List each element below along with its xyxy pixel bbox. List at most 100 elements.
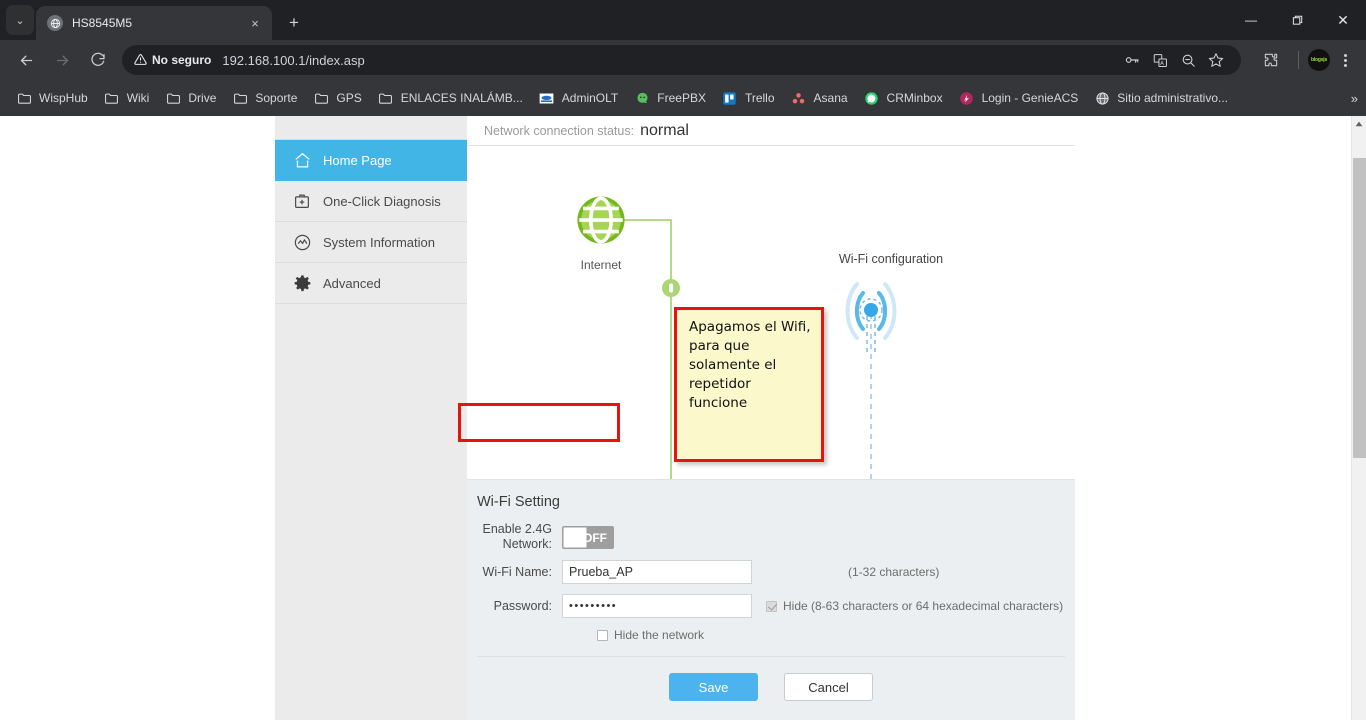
globe-icon xyxy=(567,191,635,249)
sidebar-item-advanced[interactable]: Advanced xyxy=(275,263,467,304)
bookmark-label: Sitio administrativo... xyxy=(1117,91,1228,105)
gear-icon xyxy=(287,274,317,293)
bookmark-drive[interactable]: Drive xyxy=(157,85,224,111)
bookmark-wisphub[interactable]: WispHub xyxy=(8,85,96,111)
wifi-setting-panel: Wi-Fi Setting Enable 2.4G Network: OFF W… xyxy=(467,479,1075,720)
sidebar-item-label: Home Page xyxy=(323,153,392,168)
bookmark-enlaces-inalambricos[interactable]: ENLACES INALÁMB... xyxy=(370,85,531,111)
wifi-password-row: Password: Hide (8-63 characters or 64 he… xyxy=(467,594,1075,618)
bookmark-label: GPS xyxy=(336,91,361,105)
bookmark-wiki[interactable]: Wiki xyxy=(96,85,158,111)
maximize-icon[interactable] xyxy=(1274,0,1320,40)
password-hide-checkbox[interactable] xyxy=(766,601,777,612)
annotation-note: Apagamos el Wifi, para que solamente el … xyxy=(674,307,824,462)
bookmarks-overflow-icon[interactable]: » xyxy=(1351,91,1356,106)
page-scrollbar[interactable] xyxy=(1351,116,1366,720)
bookmark-sitio-administrativo[interactable]: Sitio administrativo... xyxy=(1086,85,1236,111)
tab-title: HS8545M5 xyxy=(72,16,246,30)
toggle-state-label: OFF xyxy=(583,531,607,545)
kebab-menu-icon[interactable] xyxy=(1332,47,1358,73)
zoom-out-icon[interactable] xyxy=(1175,47,1201,73)
bookmark-freepbx[interactable]: FreePBX xyxy=(626,85,714,111)
password-hide-label: Hide (8-63 characters or 64 hexadecimal … xyxy=(783,599,1063,613)
scrollbar-thumb[interactable] xyxy=(1353,158,1366,458)
bookmark-crminbox[interactable]: CRMinbox xyxy=(856,85,951,111)
bookmark-adminolt[interactable]: AdminOLT xyxy=(531,85,626,111)
trello-icon xyxy=(722,90,738,106)
freepbx-icon xyxy=(634,90,650,106)
profile-avatar[interactable]: blogsjs xyxy=(1308,49,1330,71)
reload-icon[interactable] xyxy=(83,45,113,75)
extensions-puzzle-icon[interactable] xyxy=(1256,45,1286,75)
password-key-icon[interactable] xyxy=(1119,47,1145,73)
password-input[interactable] xyxy=(562,594,752,618)
close-icon[interactable]: × xyxy=(246,14,264,32)
toolbar-right: blogsjs xyxy=(1249,45,1358,75)
first-aid-kit-icon xyxy=(287,192,317,210)
address-bar[interactable]: No seguro 192.168.100.1/index.asp A xyxy=(122,45,1241,75)
folder-icon xyxy=(104,90,120,106)
globe-icon xyxy=(47,15,63,31)
sidebar-item-system-information[interactable]: System Information xyxy=(275,222,467,263)
save-button[interactable]: Save xyxy=(669,673,758,701)
wifi-setting-title: Wi-Fi Setting xyxy=(467,480,1075,510)
wifi-name-input[interactable] xyxy=(562,560,752,584)
window-controls: — ✕ xyxy=(1228,0,1366,40)
hide-network-row[interactable]: Hide the network xyxy=(467,628,1075,642)
bookmark-gps[interactable]: GPS xyxy=(305,85,369,111)
form-divider xyxy=(477,656,1065,657)
genieacs-icon xyxy=(959,90,975,106)
bookmark-label: Drive xyxy=(188,91,216,105)
bookmark-star-icon[interactable] xyxy=(1203,47,1229,73)
new-tab-button[interactable]: + xyxy=(280,9,308,37)
wifi-configuration-label: Wi-Fi configuration xyxy=(811,252,971,266)
scroll-up-arrow-icon[interactable] xyxy=(1352,116,1366,132)
hide-network-label: Hide the network xyxy=(614,628,704,642)
tab-search-chevron-icon[interactable]: ⌄ xyxy=(6,5,34,35)
folder-icon xyxy=(232,90,248,106)
url-text: 192.168.100.1/index.asp xyxy=(222,53,364,68)
bookmark-genieacs[interactable]: Login - GenieACS xyxy=(951,85,1087,111)
page-viewport: Home Page One-Click Diagnosis System Inf… xyxy=(0,116,1366,720)
tab-strip: ⌄ HS8545M5 × + — ✕ xyxy=(0,0,1366,40)
home-icon xyxy=(287,151,317,170)
bookmark-label: ENLACES INALÁMB... xyxy=(401,91,523,105)
svg-text:A: A xyxy=(1160,61,1164,67)
enable-24g-toggle[interactable]: OFF xyxy=(562,526,614,549)
forward-icon[interactable] xyxy=(47,45,77,75)
bookmark-soporte[interactable]: Soporte xyxy=(224,85,305,111)
bookmark-label: Login - GenieACS xyxy=(982,91,1079,105)
folder-icon xyxy=(16,90,32,106)
sidebar-item-one-click-diagnosis[interactable]: One-Click Diagnosis xyxy=(275,181,467,222)
cancel-button[interactable]: Cancel xyxy=(784,673,873,701)
browser-tab[interactable]: HS8545M5 × xyxy=(36,6,272,40)
back-icon[interactable] xyxy=(11,45,41,75)
bookmark-label: WispHub xyxy=(39,91,88,105)
translate-icon[interactable]: A xyxy=(1147,47,1173,73)
close-icon[interactable]: ✕ xyxy=(1320,0,1366,40)
sidebar-item-label: One-Click Diagnosis xyxy=(323,194,441,209)
network-status-value: normal xyxy=(640,122,689,140)
globe-icon xyxy=(1094,90,1110,106)
wifi-name-hint: (1-32 characters) xyxy=(848,565,939,579)
bookmark-label: CRMinbox xyxy=(887,91,943,105)
wifi-name-label: Wi-Fi Name: xyxy=(477,565,552,580)
enable-24g-label-line1: Enable 2.4G xyxy=(477,522,552,537)
browser-toolbar: No seguro 192.168.100.1/index.asp A xyxy=(0,40,1366,80)
sidebar-top-spacer xyxy=(275,116,467,140)
bookmark-asana[interactable]: Asana xyxy=(783,85,856,111)
bookmark-label: Wiki xyxy=(127,91,150,105)
sidebar-item-label: System Information xyxy=(323,235,435,250)
network-status-bar: Network connection status: normal xyxy=(467,116,1075,146)
bookmarks-bar: WispHub Wiki Drive Soporte GPS ENLACES I… xyxy=(0,80,1366,116)
browser-window: ⌄ HS8545M5 × + — ✕ xyxy=(0,0,1366,720)
security-status[interactable]: No seguro xyxy=(134,53,211,68)
minimize-icon[interactable]: — xyxy=(1228,0,1274,40)
bookmark-trello[interactable]: Trello xyxy=(714,85,783,111)
hide-network-checkbox[interactable] xyxy=(597,630,608,641)
wifi-name-row: Wi-Fi Name: (1-32 characters) xyxy=(467,560,1075,584)
folder-icon xyxy=(313,90,329,106)
password-hide-group[interactable]: Hide (8-63 characters or 64 hexadecimal … xyxy=(766,599,1063,613)
sidebar-item-home-page[interactable]: Home Page xyxy=(275,140,467,181)
security-label: No seguro xyxy=(152,53,211,67)
